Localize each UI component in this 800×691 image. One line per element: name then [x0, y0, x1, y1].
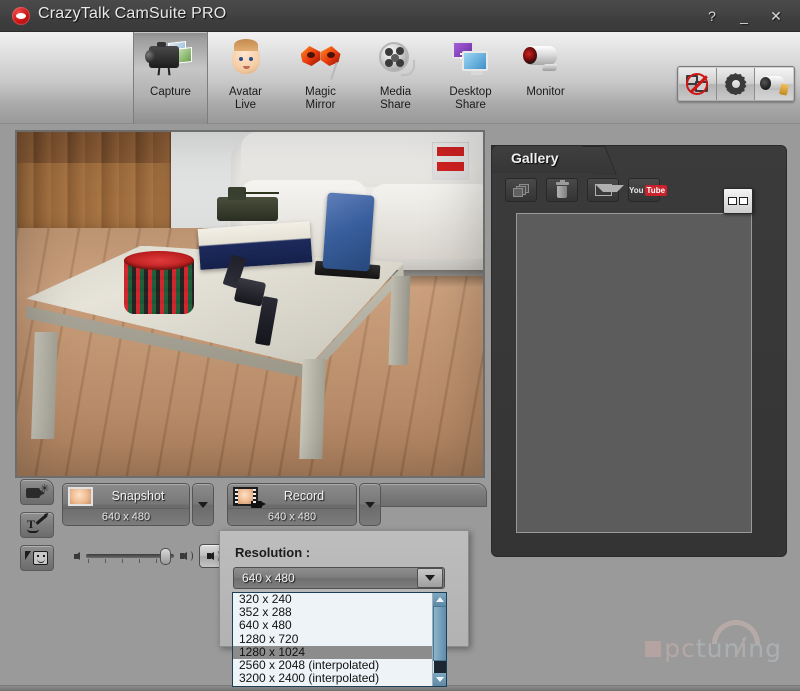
scrollbar-thumb[interactable] — [433, 606, 446, 661]
resolution-option-items: 320 x 240 352 x 288 640 x 480 1280 x 720… — [233, 593, 432, 685]
record-dropdown-button[interactable] — [359, 483, 381, 526]
gallery-delete-button[interactable] — [546, 178, 578, 202]
tab-monitor-label: Monitor — [526, 86, 565, 98]
gallery-item-list[interactable] — [516, 213, 752, 533]
tab-monitor[interactable]: Monitor — [508, 32, 583, 124]
tab-avatar-live-label: Avatar Live — [228, 86, 263, 111]
camera-settings-button[interactable] — [755, 68, 793, 100]
gear-icon — [725, 73, 747, 95]
record-resolution: 640 x 480 — [228, 508, 356, 525]
mode-toolbar: Capture Avatar Live Magic Mirror Media S… — [0, 32, 800, 124]
snapshot-dropdown-button[interactable] — [192, 483, 214, 526]
close-button[interactable]: ✕ — [760, 3, 792, 29]
tab-magic-mirror-label: Magic Mirror — [305, 86, 336, 111]
mail-icon — [594, 184, 624, 196]
tab-media-share-label: Media Share — [379, 86, 412, 111]
scroll-down-arrow-icon[interactable] — [433, 673, 446, 686]
speaker-low-icon — [74, 552, 80, 560]
sticker-tool-button[interactable] — [20, 545, 54, 571]
monitors-disabled-icon — [685, 73, 710, 95]
tab-media-share[interactable]: Media Share — [358, 32, 433, 124]
youtube-text-tube: Tube — [644, 184, 668, 196]
gallery-view-toggle-button[interactable] — [723, 188, 753, 214]
tab-magic-mirror[interactable]: Magic Mirror — [283, 32, 358, 124]
video-preview[interactable] — [15, 130, 485, 478]
gallery-properties-button[interactable] — [505, 178, 537, 202]
baby-face-icon — [221, 38, 271, 84]
settings-button[interactable] — [717, 68, 755, 100]
baby-photo-icon — [68, 486, 93, 506]
tab-desktop-share[interactable]: Desktop Share — [433, 32, 508, 124]
film-strip-icon — [233, 486, 266, 508]
title-bar: CrazyTalk CamSuite PRO ? _ ✕ — [0, 0, 800, 32]
watermark-gauge-icon — [712, 620, 760, 644]
gallery-youtube-button[interactable]: You Tube — [628, 178, 668, 202]
volume-control — [74, 544, 229, 568]
tab-desktop-share-label: Desktop Share — [449, 86, 492, 111]
watermark-needle-icon — [735, 636, 747, 656]
list-item[interactable]: 640 x 480 — [233, 619, 432, 632]
snapshot-resolution: 640 x 480 — [63, 508, 189, 525]
watermark-text-pc: pc — [664, 634, 696, 663]
text-pen-icon: T — [27, 514, 48, 533]
mode-tab-list: Capture Avatar Live Magic Mirror Media S… — [133, 32, 583, 124]
snapshot-button[interactable]: Snapshot 640 x 480 — [62, 483, 190, 526]
record-button[interactable]: Record 640 x 480 — [227, 483, 357, 526]
application-window: CrazyTalk CamSuite PRO ? _ ✕ Capture Ava… — [0, 0, 800, 691]
tab-capture[interactable]: Capture — [133, 32, 208, 124]
chevron-down-icon — [425, 575, 435, 581]
toolbar-right-buttons — [677, 66, 795, 102]
speaker-high-icon — [180, 550, 193, 562]
carnival-mask-icon — [296, 38, 346, 84]
youtube-icon: You Tube — [629, 183, 668, 197]
resolution-popup-title: Resolution : — [235, 545, 311, 560]
scroll-up-arrow-icon[interactable] — [433, 593, 446, 606]
stacked-photos-icon — [512, 183, 530, 197]
text-tool-button[interactable]: T — [20, 512, 54, 538]
list-item-selected[interactable]: 1280 x 1024 — [233, 645, 432, 659]
webcam-icon — [521, 38, 571, 84]
window-title: CrazyTalk CamSuite PRO — [38, 5, 227, 22]
two-pane-view-icon-right — [739, 197, 748, 205]
gallery-email-button[interactable] — [587, 178, 624, 202]
help-button[interactable]: ? — [696, 3, 728, 29]
list-item[interactable]: 1280 x 720 — [233, 632, 432, 646]
two-pane-view-icon-left — [728, 197, 737, 205]
camera-wrench-icon — [760, 73, 790, 96]
record-label: Record — [283, 489, 325, 503]
monitors-share-icon — [446, 38, 496, 84]
list-item[interactable]: 3200 x 2400 (interpolated) — [233, 671, 432, 685]
disable-screen-share-button[interactable] — [679, 68, 717, 100]
resolution-list-scrollbar[interactable] — [432, 593, 446, 686]
resolution-combobox-arrow[interactable] — [417, 568, 443, 588]
gallery-toolbar: You Tube — [505, 178, 668, 202]
chevron-down-icon — [365, 501, 375, 508]
snapshot-label: Snapshot — [111, 489, 165, 503]
gallery-tab-label: Gallery — [511, 150, 559, 166]
minimize-button[interactable]: _ — [728, 3, 760, 29]
watermark-square-icon — [645, 640, 662, 657]
volume-slider[interactable] — [86, 548, 174, 565]
youtube-text-you: You — [629, 185, 644, 195]
app-logo-icon — [12, 7, 30, 25]
camera-photo-icon — [144, 38, 196, 84]
chevron-down-icon — [198, 501, 208, 508]
sticker-smiley-icon — [25, 550, 49, 566]
video-effect-button[interactable] — [20, 479, 54, 505]
film-reel-icon — [371, 38, 421, 84]
tab-capture-label: Capture — [150, 86, 191, 98]
window-controls: ? _ ✕ — [696, 0, 792, 32]
trash-icon — [555, 180, 569, 198]
resolution-option-list[interactable]: 320 x 240 352 x 288 640 x 480 1280 x 720… — [232, 592, 447, 687]
video-scene — [17, 132, 483, 476]
volume-slider-handle[interactable] — [160, 548, 171, 565]
left-tool-column: T — [20, 479, 54, 571]
watermark-text-tuning: tuning — [695, 634, 782, 663]
video-effect-icon — [26, 482, 49, 499]
site-watermark: pc tuning — [645, 620, 782, 663]
resolution-combobox[interactable]: 640 x 480 — [233, 567, 445, 589]
resolution-combobox-value: 640 x 480 — [242, 571, 295, 585]
tab-avatar-live[interactable]: Avatar Live — [208, 32, 283, 124]
